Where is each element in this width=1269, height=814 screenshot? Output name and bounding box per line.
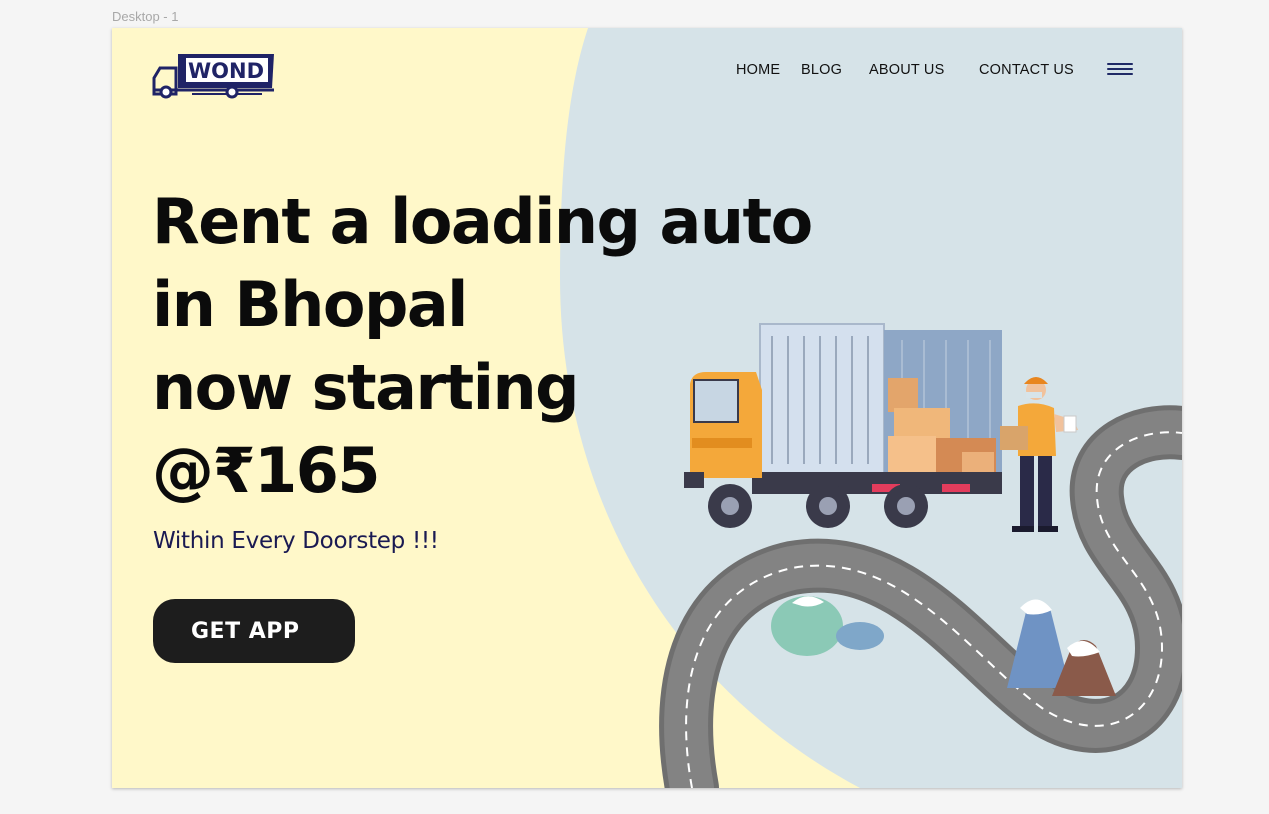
hero-tagline: Within Every Doorstep !!! [153,528,439,554]
headline-line-1: Rent a loading auto [152,185,813,258]
landing-page-frame: WOND HOME BLOG ABOUT US CONTACT US Rent … [112,28,1182,788]
headline-line-4: @₹165 [152,434,381,507]
headline-line-2: in Bhopal [152,268,468,341]
headline-line-3: now starting [152,351,579,424]
frame-label: Desktop - 1 [112,9,179,24]
hero-headline: Rent a loading auto in Bhopal now starti… [152,180,813,512]
get-app-button[interactable]: GET APP [153,599,355,663]
